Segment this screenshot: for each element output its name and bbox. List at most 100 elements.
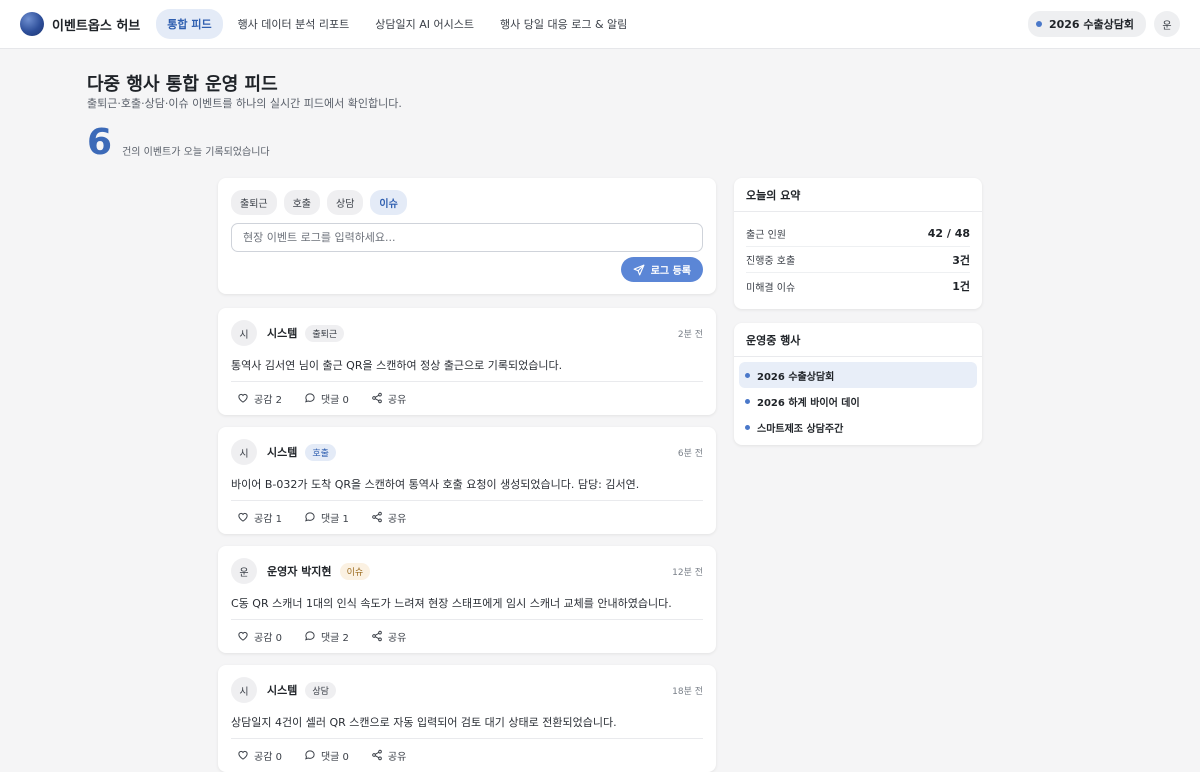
chip-consult[interactable]: 상담 (327, 190, 364, 215)
today-summary-card: 오늘의 요약 출근 인원 42 / 48 진행중 호출 3건 미해결 이슈 1건 (734, 178, 982, 309)
share-label: 공유 (387, 513, 407, 525)
send-icon (633, 264, 645, 275)
event-list-item[interactable]: 2026 수출상담회 (739, 362, 977, 388)
summary-value: 42 / 48 (927, 227, 970, 240)
summary-row-open-issues: 미해결 이슈 1건 (746, 273, 970, 299)
feed-post: 시 시스템 출퇴근 2분 전 통역사 김서연 님이 출근 QR을 스캔하여 정상… (218, 308, 716, 415)
summary-title: 오늘의 요약 (734, 178, 982, 212)
comment-button[interactable]: 댓글 1 (304, 510, 349, 525)
post-author[interactable]: 시스템 (267, 325, 297, 341)
summary-label: 미해결 이슈 (746, 282, 796, 294)
feed-post: 시 시스템 호출 6분 전 바이어 B-032가 도착 QR을 스캔하여 통역사… (218, 427, 716, 534)
comment-button[interactable]: 댓글 0 (304, 391, 349, 406)
feed-post: 시 시스템 상담 18분 전 상담일지 4건이 셀러 QR 스캔으로 자동 입력… (218, 665, 716, 772)
post-body: 상담일지 4건이 셀러 QR 스캔으로 자동 입력되어 검토 대기 상태로 전환… (231, 716, 617, 729)
chip-issue[interactable]: 이슈 (370, 190, 407, 215)
user-avatar[interactable]: 운 (1154, 11, 1180, 37)
summary-label: 출근 인원 (746, 230, 786, 241)
share-button[interactable]: 공유 (371, 391, 406, 406)
comment-icon (305, 393, 315, 403)
active-events-title: 운영중 행사 (734, 323, 982, 357)
summary-value: 3건 (952, 253, 970, 267)
app-name: 이벤트옵스 허브 (52, 18, 141, 34)
share-icon (372, 749, 382, 761)
post-timestamp: 18분 전 (672, 686, 703, 697)
event-list-item[interactable]: 2026 하계 바이어 데이 (739, 388, 977, 414)
brand-logo (20, 12, 44, 36)
post-timestamp: 12분 전 (672, 567, 703, 578)
page-title: 다중 행사 통합 운영 피드 (87, 74, 278, 95)
like-button[interactable]: 공감 1 (237, 510, 282, 525)
submit-log-label: 로그 등록 (650, 266, 691, 277)
like-label: 공감 2 (254, 394, 282, 406)
top-nav-bar: 이벤트옵스 허브 통합 피드 행사 데이터 분석 리포트 상담일지 AI 어시스… (0, 0, 1200, 49)
post-actions: 공감 0 댓글 0 공유 (231, 738, 703, 771)
event-list-item[interactable]: 스마트제조 상담주간 (739, 414, 977, 440)
share-button[interactable]: 공유 (371, 629, 406, 644)
status-dot-icon (1035, 21, 1042, 27)
post-actions: 공감 1 댓글 1 공유 (231, 500, 703, 533)
comment-icon (305, 512, 315, 522)
event-count-number: 6 (87, 122, 113, 163)
post-category-tag: 상담 (305, 681, 336, 699)
chip-call[interactable]: 호출 (283, 190, 321, 215)
main-nav: 통합 피드 행사 데이터 분석 리포트 상담일지 AI 어시스트 행사 당일 대… (156, 9, 638, 39)
category-chips: 출퇴근 호출 상담 이슈 (231, 190, 703, 215)
event-dot-icon (745, 398, 750, 404)
post-avatar[interactable]: 시 (231, 320, 257, 346)
event-name: 스마트제조 상담주간 (757, 423, 844, 435)
post-category-tag: 이슈 (339, 562, 371, 580)
feed-post: 운 운영자 박지현 이슈 12분 전 C동 QR 스캐너 1대의 인식 속도가 … (218, 546, 716, 653)
comment-label: 댓글 1 (320, 513, 349, 525)
nav-tab-ai-assist[interactable]: 상담일지 AI 어시스트 (364, 9, 485, 39)
log-composer: 출퇴근 호출 상담 이슈 로그 등록 (218, 178, 716, 294)
like-label: 공감 0 (254, 632, 282, 644)
heart-icon (238, 750, 248, 760)
like-button[interactable]: 공감 0 (237, 629, 282, 644)
share-label: 공유 (387, 394, 407, 406)
post-author[interactable]: 운영자 박지현 (267, 563, 332, 579)
summary-row-attendance: 출근 인원 42 / 48 (746, 221, 970, 247)
share-label: 공유 (387, 632, 407, 644)
active-events-card: 운영중 행사 2026 수출상담회 2026 하계 바이어 데이 스마트제조 상… (734, 323, 982, 445)
post-author[interactable]: 시스템 (267, 444, 297, 460)
share-button[interactable]: 공유 (371, 510, 406, 525)
post-author[interactable]: 시스템 (267, 682, 297, 698)
post-actions: 공감 0 댓글 2 공유 (231, 619, 703, 652)
submit-log-button[interactable]: 로그 등록 (620, 257, 703, 282)
brand[interactable]: 이벤트옵스 허브 (20, 12, 140, 36)
heart-icon (238, 512, 248, 522)
post-avatar[interactable]: 시 (231, 677, 257, 703)
share-icon (372, 630, 382, 642)
share-icon (372, 392, 382, 404)
post-body: 바이어 B-032가 도착 QR을 스캔하여 통역사 호출 요청이 생성되었습니… (231, 478, 640, 491)
heart-icon (238, 393, 248, 403)
event-count: 6 건의 이벤트가 오늘 기록되었습니다 (87, 124, 270, 162)
like-label: 공감 1 (254, 513, 282, 525)
like-button[interactable]: 공감 2 (237, 391, 282, 406)
post-timestamp: 6분 전 (677, 448, 703, 459)
current-event-label: 2026 수출상담회 (1048, 18, 1134, 31)
event-name: 2026 하계 바이어 데이 (757, 397, 860, 409)
nav-tab-response-log[interactable]: 행사 당일 대응 로그 & 알림 (489, 9, 638, 39)
share-icon (372, 511, 382, 523)
event-name: 2026 수출상담회 (757, 371, 835, 383)
current-event-selector[interactable]: 2026 수출상담회 (1027, 11, 1146, 37)
heart-icon (238, 631, 248, 641)
comment-label: 댓글 2 (320, 632, 349, 644)
post-avatar[interactable]: 운 (231, 558, 257, 584)
post-timestamp: 2분 전 (677, 329, 703, 340)
log-input[interactable] (231, 223, 703, 252)
nav-tab-integrated-feed[interactable]: 통합 피드 (156, 9, 223, 39)
event-dot-icon (745, 372, 750, 378)
event-count-label: 건의 이벤트가 오늘 기록되었습니다 (122, 147, 270, 158)
nav-tab-analytics-report[interactable]: 행사 데이터 분석 리포트 (227, 9, 361, 39)
event-dot-icon (745, 424, 750, 430)
summary-label: 진행중 호출 (746, 256, 796, 267)
post-avatar[interactable]: 시 (231, 439, 257, 465)
comment-button[interactable]: 댓글 2 (304, 629, 349, 644)
chip-attendance[interactable]: 출퇴근 (231, 190, 277, 215)
summary-row-active-calls: 진행중 호출 3건 (746, 247, 970, 273)
comment-icon (305, 631, 315, 641)
comment-icon (305, 750, 315, 760)
